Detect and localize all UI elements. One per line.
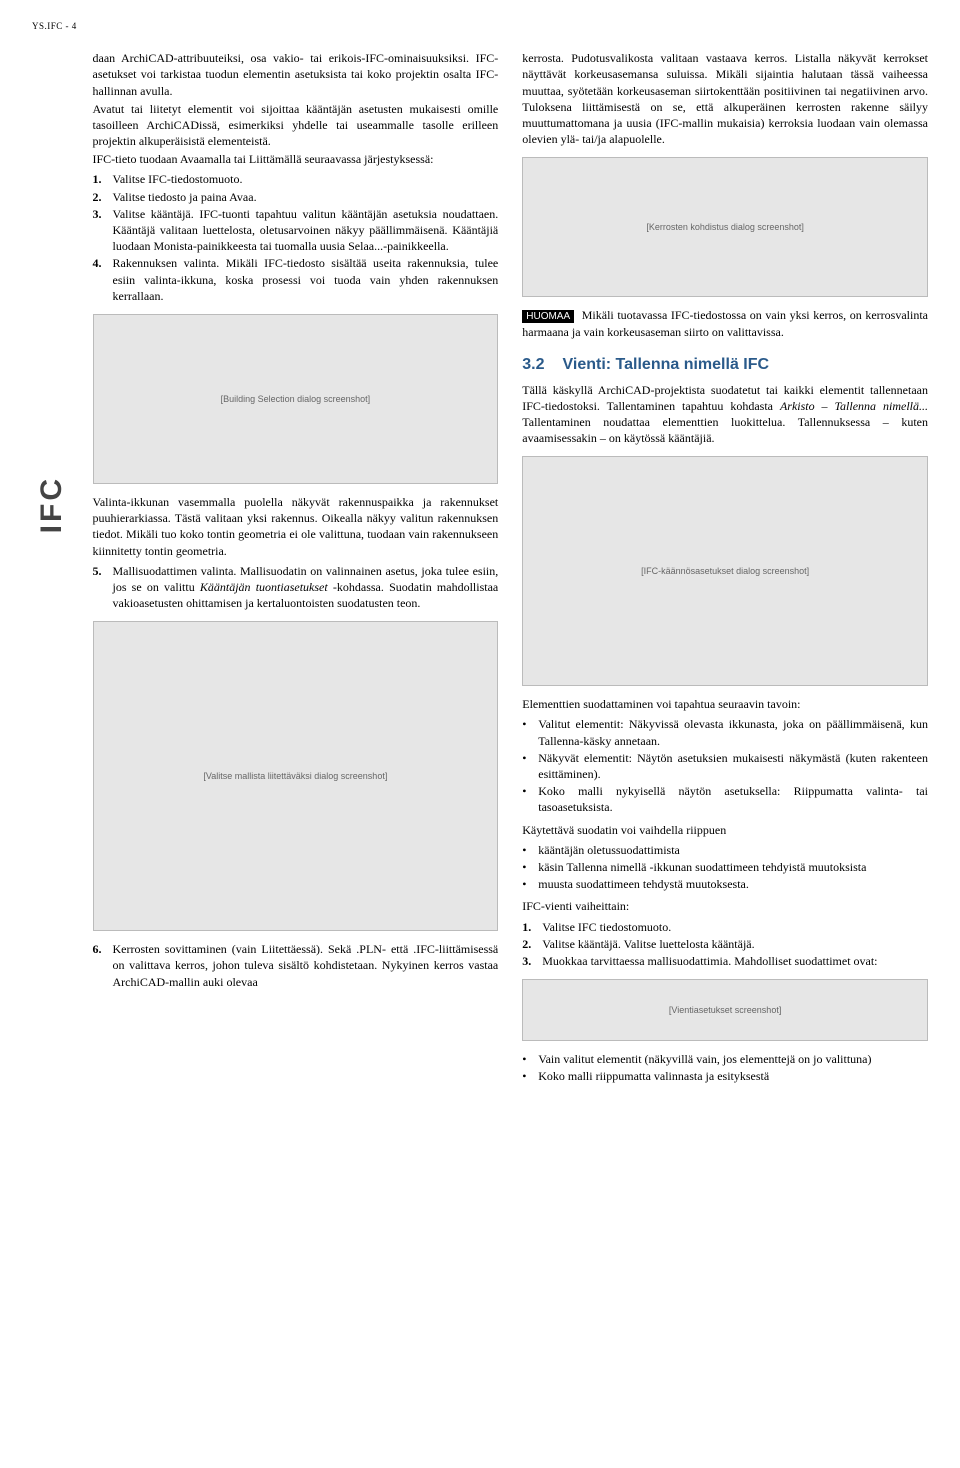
text: Rakennuksen valinta. Mikäli IFC-tiedosto…	[113, 255, 499, 304]
right-bul1: •Valitut elementit: Näkyvissä olevasta i…	[522, 716, 928, 815]
num-item: 2. Valitse kääntäjä. Valitse luettelosta …	[522, 936, 928, 952]
section-heading-3-2: 3.2 Vienti: Tallenna nimellä IFC	[522, 354, 928, 376]
side-tab-ifc: IFC	[32, 50, 73, 1090]
bul-item: •Näkyvät elementit: Näytön asetuksien mu…	[522, 750, 928, 782]
num: 3.	[93, 206, 107, 255]
left-list-1: 1. Valitse IFC-tiedostomuoto. 2. Valitse…	[93, 171, 499, 304]
num: 2.	[522, 936, 536, 952]
section-title: Vienti: Tallenna nimellä IFC	[563, 356, 770, 373]
text: Valitse tiedosto ja paina Avaa.	[113, 189, 499, 205]
bullet-icon: •	[522, 716, 532, 748]
left-list-3: 6. Kerrosten sovittaminen (vain Liitettä…	[93, 941, 499, 990]
p3-i: Arkisto – Tallenna nimellä...	[780, 399, 928, 413]
num: 6.	[93, 941, 107, 990]
page-header: YS.IFC - 4	[32, 20, 928, 32]
text: Kerrosten sovittaminen (vain Liitettäess…	[113, 941, 499, 990]
num: 3.	[522, 953, 536, 969]
right-p5: Käytettävä suodatin voi vaihdella riippu…	[522, 822, 928, 838]
num: 5.	[93, 563, 107, 612]
left-p4: Valinta-ikkunan vasemmalla puolella näky…	[93, 494, 499, 559]
left-column: daan ArchiCAD-attribuuteiksi, osa vakio-…	[93, 50, 499, 1090]
screenshot-valitse-mallista: [Valitse mallista liitettäväksi dialog s…	[93, 621, 499, 931]
screenshot-kerrosten-kohdistus: [Kerrosten kohdistus dialog screenshot]	[522, 157, 928, 297]
bullet-icon: •	[522, 842, 532, 858]
p3-b: Tallentaminen noudattaa elementtien luok…	[522, 415, 928, 445]
right-p4: Elementtien suodattaminen voi tapahtua s…	[522, 696, 928, 712]
right-bul2: • kääntäjän oletussuodattimista • käsin Ta…	[522, 842, 928, 893]
left-list-2: 5. Mallisuodattimen valinta. Mallisuodat…	[93, 563, 499, 612]
bul-text: Vain valitut elementit (näkyvillä vain, …	[538, 1051, 928, 1067]
bul-item: • muusta suodattimeen tehdystä muutoksest…	[522, 876, 928, 892]
left-list1-item: 4. Rakennuksen valinta. Mikäli IFC-tiedo…	[93, 255, 499, 304]
left-list1-item: 2. Valitse tiedosto ja paina Avaa.	[93, 189, 499, 205]
bullet-icon: •	[522, 1068, 532, 1084]
bul-text: Näkyvät elementit: Näytön asetuksien muk…	[538, 750, 928, 782]
text: Valitse kääntäjä. Valitse luettelosta kä…	[542, 936, 928, 952]
bullet-icon: •	[522, 783, 532, 815]
bul-item: • käsin Tallenna nimellä -ikkunan suodatt…	[522, 859, 928, 875]
right-column: kerrosta. Pudotusvalikosta valitaan vast…	[522, 50, 928, 1090]
huomaa-text: Mikäli tuotavassa IFC-tiedostossa on vai…	[522, 308, 928, 339]
left-intro-2: Avatut tai liitetyt elementit voi sijoit…	[93, 101, 499, 150]
screenshot-ifc-kaannosasetukset: [IFC-käännösasetukset dialog screenshot]	[522, 456, 928, 686]
num: 2.	[93, 189, 107, 205]
num: 4.	[93, 255, 107, 304]
num: 1.	[93, 171, 107, 187]
bullet-icon: •	[522, 750, 532, 782]
text-italic: Kääntäjän tuontiasetukset	[200, 580, 328, 594]
huomaa-badge: HUOMAA	[522, 310, 574, 323]
bul-item: • Vain valitut elementit (näkyvillä vain,…	[522, 1051, 928, 1067]
screenshot-vientiasetukset: [Vientiasetukset screenshot]	[522, 979, 928, 1041]
left-list1-item: 3. Valitse kääntäjä. IFC-tuonti tapahtuu…	[93, 206, 499, 255]
text: Valitse kääntäjä. IFC-tuonti tapahtuu va…	[113, 206, 499, 255]
num-item: 3. Muokkaa tarvittaessa mallisuodattimia.…	[522, 953, 928, 969]
right-p3: Tällä käskyllä ArchiCAD-projektista suod…	[522, 382, 928, 447]
bul-item: •Koko malli nykyisellä näytön asetuksell…	[522, 783, 928, 815]
left-intro-1: daan ArchiCAD-attribuuteiksi, osa vakio-…	[93, 50, 499, 99]
bullet-icon: •	[522, 876, 532, 892]
left-list3-item: 6. Kerrosten sovittaminen (vain Liitettä…	[93, 941, 499, 990]
right-p6: IFC-vienti vaiheittain:	[522, 898, 928, 914]
bul-text: Valitut elementit: Näkyvissä olevasta ik…	[538, 716, 928, 748]
left-list1-item: 1. Valitse IFC-tiedostomuoto.	[93, 171, 499, 187]
bul-text: Koko malli nykyisellä näytön asetuksella…	[538, 783, 928, 815]
bul-text: muusta suodattimeen tehdystä muutoksesta…	[538, 876, 928, 892]
text: Mallisuodattimen valinta. Mallisuodatin …	[113, 563, 499, 612]
right-p1: kerrosta. Pudotusvalikosta valitaan vast…	[522, 50, 928, 147]
section-number: 3.2	[522, 356, 544, 373]
text: Valitse IFC-tiedostomuoto.	[113, 171, 499, 187]
two-columns: daan ArchiCAD-attribuuteiksi, osa vakio-…	[93, 50, 929, 1090]
bul-text: Koko malli riippumatta valinnasta ja esi…	[538, 1068, 928, 1084]
right-huomaa: HUOMAA Mikäli tuotavassa IFC-tiedostossa…	[522, 307, 928, 340]
bul-item: •Valitut elementit: Näkyvissä olevasta i…	[522, 716, 928, 748]
bul-item: • Koko malli riippumatta valinnasta ja es…	[522, 1068, 928, 1084]
bullet-icon: •	[522, 859, 532, 875]
bul-item: • kääntäjän oletussuodattimista	[522, 842, 928, 858]
right-list1: 1. Valitse IFC tiedostomuoto. 2. Valitse k…	[522, 919, 928, 970]
bul-text: kääntäjän oletussuodattimista	[538, 842, 928, 858]
text: Valitse IFC tiedostomuoto.	[542, 919, 928, 935]
bul-text: käsin Tallenna nimellä -ikkunan suodatti…	[538, 859, 928, 875]
num: 1.	[522, 919, 536, 935]
left-intro-3: IFC-tieto tuodaan Avaamalla tai Liittämä…	[93, 151, 499, 167]
left-list2-item: 5. Mallisuodattimen valinta. Mallisuodat…	[93, 563, 499, 612]
bullet-icon: •	[522, 1051, 532, 1067]
text: Muokkaa tarvittaessa mallisuodattimia. M…	[542, 953, 928, 969]
right-bul3: • Vain valitut elementit (näkyvillä vain,…	[522, 1051, 928, 1084]
main-layout: IFC daan ArchiCAD-attribuuteiksi, osa va…	[32, 50, 928, 1090]
num-item: 1. Valitse IFC tiedostomuoto.	[522, 919, 928, 935]
screenshot-building-selection: [Building Selection dialog screenshot]	[93, 314, 499, 484]
